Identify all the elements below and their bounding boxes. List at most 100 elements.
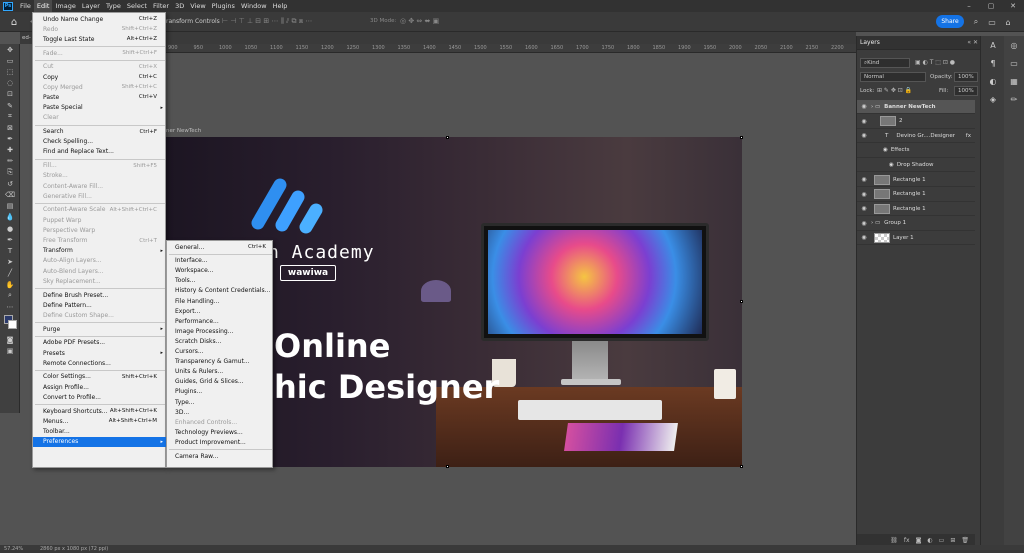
- transform-handle-top[interactable]: [446, 136, 449, 139]
- 3d-mode-icons[interactable]: ◎ ✥ ⇔ ⬌ ▣: [400, 17, 439, 25]
- menu-item-assign-profile[interactable]: Assign Profile...: [33, 382, 167, 392]
- menu-plugins[interactable]: Plugins: [209, 0, 238, 12]
- kind-filter-select[interactable]: ⌕ Kind: [860, 58, 910, 68]
- menu-edit[interactable]: Edit: [33, 0, 53, 12]
- line-tool-icon[interactable]: ╱: [0, 268, 20, 279]
- move-tool-icon[interactable]: ✥: [0, 44, 20, 55]
- properties-icon[interactable]: A: [981, 36, 1005, 54]
- eye-icon[interactable]: ◉: [857, 191, 871, 198]
- eyedropper-tool-icon[interactable]: ✒: [0, 134, 20, 145]
- menu-window[interactable]: Window: [238, 0, 270, 12]
- menu-layer[interactable]: Layer: [79, 0, 103, 12]
- adjustments-icon[interactable]: ◐: [981, 72, 1005, 90]
- menu-item-purge[interactable]: Purge ▸: [33, 324, 167, 334]
- menu-item-find-and-replace-text[interactable]: Find and Replace Text...: [33, 147, 167, 157]
- close-icon[interactable]: ✕: [1002, 0, 1024, 12]
- pref-item-history-content-credentials[interactable]: History & Content Credentials...: [167, 286, 274, 296]
- delete-layer-icon[interactable]: 🗑: [961, 537, 969, 544]
- zoom-tool-icon[interactable]: ⌕: [0, 290, 20, 301]
- background-color-swatch[interactable]: [8, 319, 17, 329]
- menu-image[interactable]: Image: [52, 0, 78, 12]
- pen-tool-icon[interactable]: ✒: [0, 234, 20, 245]
- eye-icon[interactable]: ◉: [857, 220, 871, 227]
- menu-file[interactable]: File: [17, 0, 34, 12]
- transform-handle-right[interactable]: [740, 300, 743, 303]
- pref-item-3d[interactable]: 3D...: [167, 407, 274, 417]
- menu-type[interactable]: Type: [103, 0, 124, 12]
- new-group-icon[interactable]: ▭: [939, 537, 945, 544]
- libraries-icon[interactable]: ▭: [1004, 54, 1024, 72]
- menu-item-check-spelling[interactable]: Check Spelling...: [33, 137, 167, 147]
- more-tools-icon[interactable]: ⋯: [0, 301, 20, 312]
- menu-item-menus[interactable]: Menus... Alt+Shift+Ctrl+M: [33, 416, 167, 426]
- blend-mode-select[interactable]: Normal: [860, 72, 926, 82]
- quick-select-tool-icon[interactable]: ✎: [0, 100, 20, 111]
- fill-input[interactable]: 100%: [954, 86, 978, 96]
- layers-dock-icon[interactable]: ◈: [981, 90, 1005, 108]
- lasso-tool-icon[interactable]: ◌: [0, 78, 20, 89]
- layer-row[interactable]: ◉ Effects: [857, 144, 975, 158]
- menu-item-keyboard-shortcuts[interactable]: Keyboard Shortcuts... Alt+Shift+Ctrl+K: [33, 406, 167, 416]
- menu-filter[interactable]: Filter: [150, 0, 172, 12]
- brushes-icon[interactable]: ✏: [1004, 90, 1024, 108]
- eraser-tool-icon[interactable]: ⌫: [0, 189, 20, 200]
- clone-stamp-tool-icon[interactable]: ⎘: [0, 167, 20, 178]
- layers-tab[interactable]: Layers: [860, 39, 880, 46]
- menu-item-define-brush-preset[interactable]: Define Brush Preset...: [33, 290, 167, 300]
- eye-icon[interactable]: ◉: [857, 118, 871, 125]
- pref-item-export[interactable]: Export...: [167, 306, 274, 316]
- layer-row[interactable]: ◉ 2: [857, 115, 975, 129]
- transform-handle-top-right[interactable]: [740, 136, 743, 139]
- link-layers-icon[interactable]: ⛓: [890, 537, 898, 544]
- document-tab[interactable]: ed-: [22, 35, 31, 41]
- menu-item-toolbar[interactable]: Toolbar...: [33, 426, 167, 436]
- quick-mask-icon[interactable]: ◙: [0, 335, 20, 346]
- brush-tool-icon[interactable]: ✏: [0, 156, 20, 167]
- object-select-tool-icon[interactable]: ⊡: [0, 89, 20, 100]
- pref-item-general[interactable]: General... Ctrl+K: [167, 242, 274, 252]
- pref-item-product-improvement[interactable]: Product Improvement...: [167, 437, 274, 447]
- pref-item-cursors[interactable]: Cursors...: [167, 347, 274, 357]
- folder-icon[interactable]: › ▭: [871, 220, 880, 226]
- pref-item-interface[interactable]: Interface...: [167, 256, 274, 266]
- paragraph-icon[interactable]: ¶: [981, 54, 1005, 72]
- search-icon[interactable]: ⌕: [970, 16, 982, 28]
- mask-icon[interactable]: ◙: [916, 537, 922, 544]
- menu-view[interactable]: View: [187, 0, 208, 12]
- type-tool-icon[interactable]: T: [0, 245, 20, 256]
- fx-icon[interactable]: fx: [904, 537, 910, 544]
- layer-row[interactable]: ◉ Rectangle 1: [857, 202, 975, 217]
- color-swatches[interactable]: [0, 313, 20, 335]
- blur-tool-icon[interactable]: 💧: [0, 212, 20, 223]
- new-layer-icon[interactable]: ⊞: [950, 537, 955, 544]
- adjustment-icon[interactable]: ◐: [927, 537, 932, 544]
- screen-mode-icon[interactable]: ▣: [0, 346, 20, 357]
- pref-item-type[interactable]: Type...: [167, 397, 274, 407]
- minimize-icon[interactable]: –: [958, 0, 980, 12]
- dodge-tool-icon[interactable]: ●: [0, 223, 20, 234]
- menu-item-toggle-last-state[interactable]: Toggle Last State Alt+Ctrl+Z: [33, 34, 167, 44]
- path-select-tool-icon[interactable]: ➤: [0, 257, 20, 268]
- pref-item-scratch-disks[interactable]: Scratch Disks...: [167, 336, 274, 346]
- menu-item-copy[interactable]: Copy Ctrl+C: [33, 72, 167, 82]
- layer-row[interactable]: ◉ Rectangle 1: [857, 173, 975, 187]
- menu-item-search[interactable]: Search Ctrl+F: [33, 127, 167, 137]
- eye-icon[interactable]: ◉: [857, 103, 871, 110]
- menu-item-presets[interactable]: Presets ▸: [33, 348, 167, 358]
- hand-tool-icon[interactable]: ✋: [0, 279, 20, 290]
- align-icons[interactable]: ⊢ ⊣ ⊤ ⊥ ⊟ ⊞ ⋯ ⫼ ⫽ ⧉ ⧈ ⋯: [222, 17, 312, 26]
- menu-item-paste[interactable]: Paste Ctrl+V: [33, 92, 167, 102]
- menu-item-transform[interactable]: Transform ▸: [33, 246, 167, 256]
- workspace-icon[interactable]: ▭: [986, 16, 998, 28]
- eye-icon[interactable]: ◉: [857, 205, 871, 212]
- pref-item-file-handling[interactable]: File Handling...: [167, 296, 274, 306]
- filter-icons[interactable]: ▣ ◐ T ⬚ ⊡ ●: [915, 59, 955, 66]
- eye-icon[interactable]: ◉: [857, 132, 871, 139]
- layer-row[interactable]: ◉ › ▭ Group 1: [857, 217, 975, 231]
- eye-icon[interactable]: ◉: [857, 176, 871, 183]
- layer-row[interactable]: ◉ Rectangle 1: [857, 188, 975, 202]
- menu-3d[interactable]: 3D: [172, 0, 187, 12]
- home-icon[interactable]: ⌂: [6, 15, 22, 29]
- gradient-tool-icon[interactable]: ▤: [0, 201, 20, 212]
- share-button[interactable]: Share: [936, 15, 964, 28]
